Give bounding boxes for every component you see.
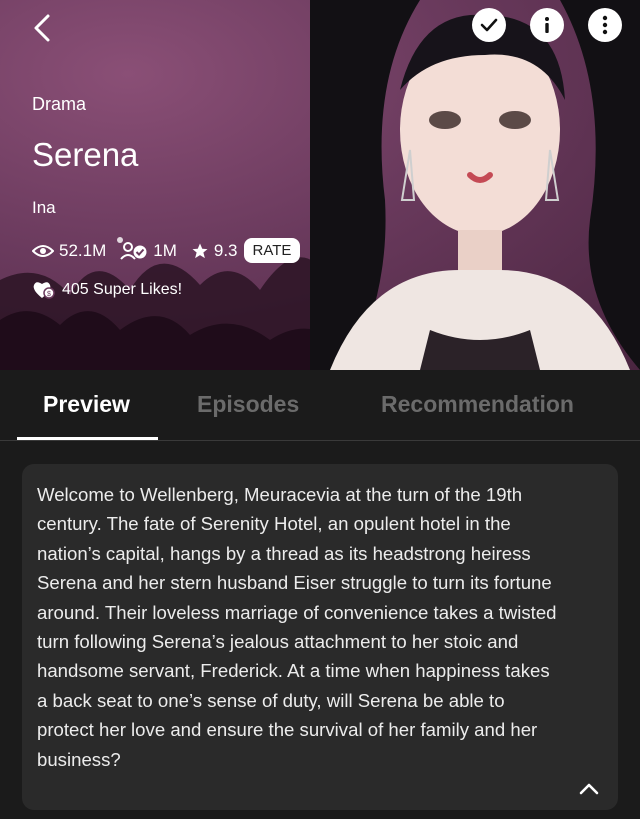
tab-preview[interactable]: Preview [43,391,130,418]
description-card: Welcome to Wellenberg, Meuracevia at the… [22,464,618,810]
series-cover-hero: Drama Serena Ina 52.1M 1M 9.3 RATE $ 405… [0,0,640,370]
more-icon[interactable] [588,8,622,42]
series-stats: 52.1M 1M 9.3 RATE [32,238,301,263]
subscribers-icon [120,241,147,260]
views-stat: 52.1M [32,241,106,261]
subscribers-count: 1M [153,240,177,260]
tab-episodes[interactable]: Episodes [197,391,299,418]
header-actions [472,8,622,42]
chevron-up-icon[interactable] [572,772,606,806]
genre-label: Drama [32,94,87,114]
character-illustration [310,0,640,370]
super-likes-label: 405 Super Likes! [62,281,183,298]
star-icon [192,243,208,258]
series-description: Welcome to Wellenberg, Meuracevia at the… [37,484,557,770]
super-like-heart-icon: $ [33,282,55,299]
rate-button[interactable]: RATE [243,238,301,263]
active-tab-indicator [17,437,158,440]
series-title: Serena [32,136,139,173]
chevron-left-icon[interactable] [26,10,62,46]
eye-icon [32,244,54,257]
views-count: 52.1M [59,240,107,260]
tab-bar: Preview Episodes Recommendation [0,370,640,441]
tab-recommendation[interactable]: Recommendation [381,391,574,418]
super-likes: $ 405 Super Likes! [32,280,182,300]
subscribed-check-icon[interactable] [472,8,506,42]
rating-stat: 9.3 [191,241,238,261]
author-name: Ina [32,198,56,217]
info-icon[interactable] [530,8,564,42]
svg-text:$: $ [47,291,51,298]
subscribers-stat: 1M [120,241,177,261]
rating-value: 9.3 [213,240,238,260]
